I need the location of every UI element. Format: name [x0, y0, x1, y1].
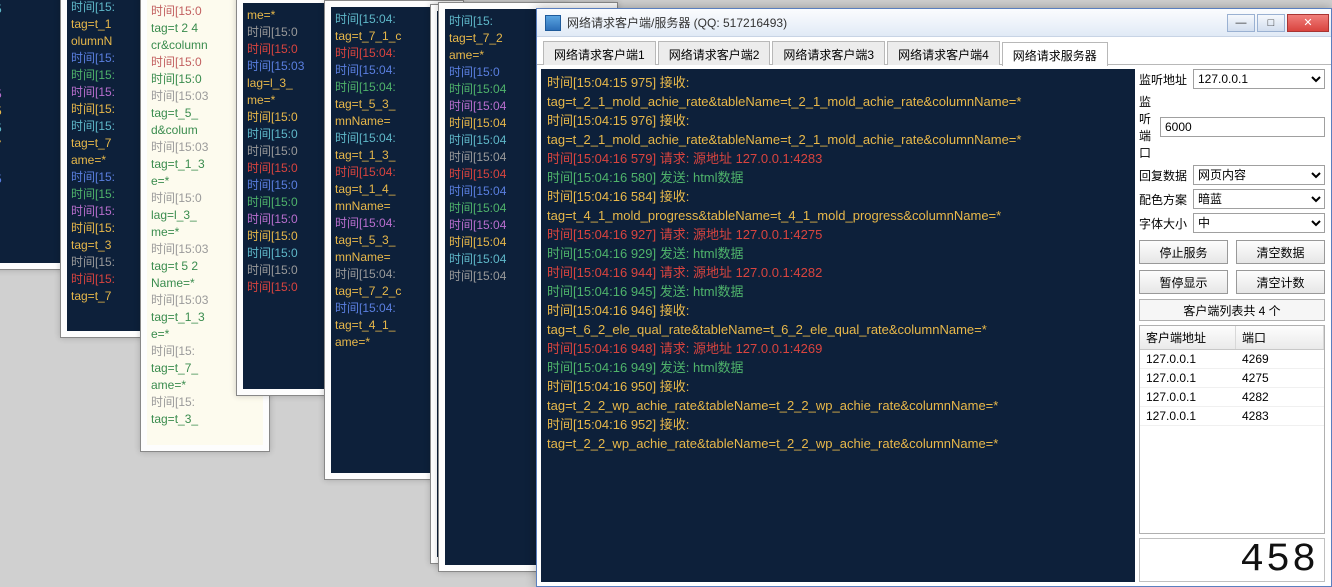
log-line: 时间[15:04:15 976] 接收:	[547, 111, 1129, 130]
listen-addr-select[interactable]: 127.0.0.1	[1193, 69, 1325, 89]
tab-4[interactable]: 网络请求服务器	[1002, 42, 1108, 66]
close-button[interactable]: ✕	[1287, 14, 1329, 32]
listen-port-input[interactable]	[1160, 117, 1325, 137]
reply-data-select[interactable]: 网页内容	[1193, 165, 1325, 185]
log-line: 时间[15:04:16 949] 发送: html数据	[547, 358, 1129, 377]
table-row[interactable]: 127.0.0.14269	[1140, 350, 1324, 369]
log-line: 时间[15:04:16 584] 接收:	[547, 187, 1129, 206]
log-line: 时间[15:04:16 945] 发送: html数据	[547, 282, 1129, 301]
table-row[interactable]: 127.0.0.14282	[1140, 388, 1324, 407]
app-icon	[545, 15, 561, 31]
log-line: 时间[15:04:16 946] 接收:	[547, 301, 1129, 320]
log-line: tag=t_2_2_wp_achie_rate&tableName=t_2_2_…	[547, 396, 1129, 415]
tab-3[interactable]: 网络请求客户端4	[887, 41, 1000, 65]
client-list-header: 客户端列表共 4 个	[1139, 299, 1325, 321]
log-line: 时间[15:04:16 579] 请求: 源地址 127.0.0.1:4283	[547, 149, 1129, 168]
log-line: 时间[15:04:16 950] 接收:	[547, 377, 1129, 396]
color-scheme-select[interactable]: 暗蓝	[1193, 189, 1325, 209]
tab-1[interactable]: 网络请求客户端2	[658, 41, 771, 65]
log-line: 时间[15:04:16 929] 发送: html数据	[547, 244, 1129, 263]
log-line: 时间[15:04:16 944] 请求: 源地址 127.0.0.1:4282	[547, 263, 1129, 282]
window-title: 网络请求客户端/服务器 (QQ: 517216493)	[567, 14, 1225, 31]
listen-addr-label: 监听地址	[1139, 71, 1193, 88]
pause-display-button[interactable]: 暂停显示	[1139, 270, 1228, 294]
color-scheme-label: 配色方案	[1139, 191, 1193, 208]
clear-data-button[interactable]: 清空数据	[1236, 240, 1325, 264]
log-line: tag=t_4_1_mold_progress&tableName=t_4_1_…	[547, 206, 1129, 225]
side-panel: 监听地址127.0.0.1 监听端口 回复数据网页内容 配色方案暗蓝 字体大小中…	[1139, 65, 1331, 586]
log-line: tag=t_6_2_ele_qual_rate&tableName=t_6_2_…	[547, 320, 1129, 339]
log-line: tag=t_2_1_mold_achie_rate&tableName=t_2_…	[547, 92, 1129, 111]
titlebar[interactable]: 网络请求客户端/服务器 (QQ: 517216493) — □ ✕	[537, 9, 1331, 37]
stop-service-button[interactable]: 停止服务	[1139, 240, 1228, 264]
col-addr[interactable]: 客户端地址	[1140, 326, 1236, 349]
tab-bar: 网络请求客户端1网络请求客户端2网络请求客户端3网络请求客户端4网络请求服务器	[537, 41, 1331, 65]
tab-0[interactable]: 网络请求客户端1	[543, 41, 656, 65]
main-window: 网络请求客户端/服务器 (QQ: 517216493) — □ ✕ 网络请求客户…	[536, 8, 1332, 587]
table-row[interactable]: 127.0.0.14283	[1140, 407, 1324, 426]
minimize-button[interactable]: —	[1227, 14, 1255, 32]
font-size-label: 字体大小	[1139, 215, 1193, 232]
font-size-select[interactable]: 中	[1193, 213, 1325, 233]
maximize-button[interactable]: □	[1257, 14, 1285, 32]
col-port[interactable]: 端口	[1236, 326, 1324, 349]
tab-2[interactable]: 网络请求客户端3	[772, 41, 885, 65]
client-table[interactable]: 客户端地址 端口 127.0.0.14269127.0.0.14275127.0…	[1139, 325, 1325, 534]
log-console[interactable]: 时间[15:04:15 975] 接收:tag=t_2_1_mold_achie…	[541, 69, 1135, 582]
log-line: 时间[15:04:16 927] 请求: 源地址 127.0.0.1:4275	[547, 225, 1129, 244]
log-line: tag=t_2_2_wp_achie_rate&tableName=t_2_2_…	[547, 434, 1129, 453]
listen-port-label: 监听端口	[1139, 93, 1160, 161]
request-counter: 458	[1139, 538, 1325, 582]
log-line: 时间[15:04:16 580] 发送: html数据	[547, 168, 1129, 187]
log-line: 时间[15:04:15 975] 接收:	[547, 73, 1129, 92]
reply-data-label: 回复数据	[1139, 167, 1193, 184]
clear-count-button[interactable]: 清空计数	[1236, 270, 1325, 294]
log-line: tag=t_2_1_mold_achie_rate&tableName=t_2_…	[547, 130, 1129, 149]
log-line: 时间[15:04:16 948] 请求: 源地址 127.0.0.1:4269	[547, 339, 1129, 358]
log-line: 时间[15:04:16 952] 接收:	[547, 415, 1129, 434]
table-row[interactable]: 127.0.0.14275	[1140, 369, 1324, 388]
